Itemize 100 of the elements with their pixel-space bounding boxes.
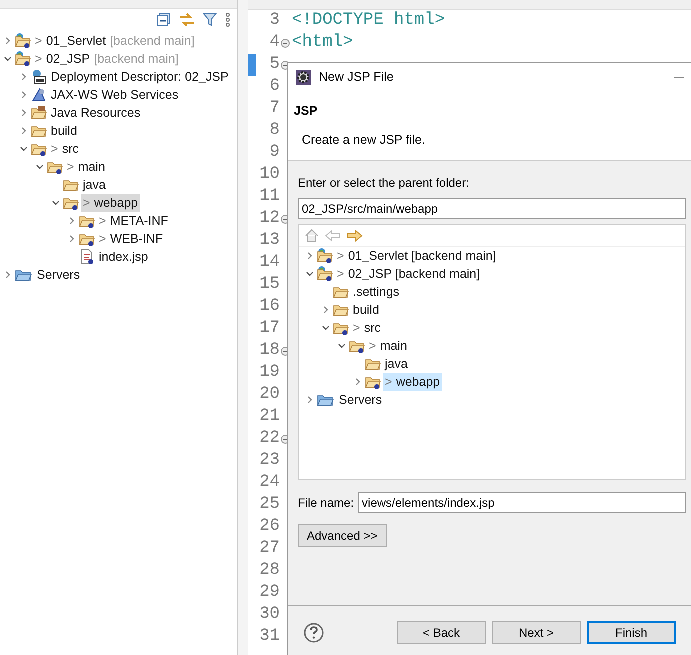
git-prefix: > — [51, 140, 58, 158]
jsp-file-icon — [79, 249, 95, 265]
chevron-down-icon[interactable] — [4, 55, 12, 63]
chevron-right-icon[interactable] — [20, 73, 28, 81]
chevron-down-icon[interactable] — [322, 324, 330, 332]
git-prefix: > — [35, 32, 42, 50]
resources-icon — [31, 105, 47, 121]
chevron-down-icon[interactable] — [20, 145, 28, 153]
more-icon[interactable] — [225, 13, 231, 27]
git-prefix: > — [353, 320, 360, 337]
help-icon[interactable] — [304, 622, 324, 642]
tree-item[interactable]: > 02_JSP [backend main] — [33, 50, 181, 68]
tree-item[interactable]: > 01_Servlet [backend main] — [335, 247, 498, 265]
dialog-title: New JSP File — [319, 69, 394, 86]
item-label: webapp — [94, 194, 138, 212]
line-number: 11 — [258, 186, 280, 208]
wizard-heading: JSP — [294, 103, 319, 120]
chevron-right-icon[interactable] — [306, 252, 314, 260]
item-tag: [backend main] — [110, 32, 195, 50]
chevron-right-icon[interactable] — [354, 378, 362, 386]
git-prefix: > — [337, 266, 344, 283]
project-folder-icon — [15, 33, 31, 49]
item-label: WEB-INF — [110, 230, 164, 248]
chevron-right-icon[interactable] — [322, 306, 330, 314]
chevron-down-icon[interactable] — [306, 270, 314, 278]
item-label: main — [78, 158, 106, 176]
chevron-right-icon[interactable] — [68, 217, 76, 225]
item-label: src — [364, 320, 381, 337]
code-line: <!DOCTYPE html> — [292, 10, 446, 32]
line-number: 29 — [258, 582, 280, 604]
project-folder-icon — [317, 266, 333, 282]
line-number: 16 — [258, 296, 280, 318]
collapse-all-icon[interactable] — [157, 13, 171, 27]
item-label: src — [62, 140, 79, 158]
chevron-right-icon[interactable] — [4, 37, 12, 45]
web-services-icon — [31, 87, 47, 103]
item-label: META-INF — [110, 212, 168, 230]
home-icon[interactable] — [305, 228, 319, 242]
chevron-down-icon[interactable] — [36, 163, 44, 171]
chevron-right-icon[interactable] — [20, 91, 28, 99]
project-folder-icon — [15, 51, 31, 67]
wizard-button[interactable]: Finish — [587, 621, 676, 644]
git-prefix: > — [337, 248, 344, 265]
chevron-right-icon[interactable] — [20, 109, 28, 117]
chevron-down-icon[interactable] — [52, 199, 60, 207]
file-name-input[interactable]: views/elements/index.jsp — [358, 492, 686, 513]
line-number: 31 — [258, 626, 280, 648]
project-folder-icon — [317, 248, 333, 264]
line-number: 21 — [258, 406, 280, 428]
tree-item[interactable]: > main — [367, 337, 410, 355]
chevron-right-icon[interactable] — [20, 127, 28, 135]
tree-item[interactable]: > main — [65, 158, 108, 176]
git-prefix: > — [83, 194, 90, 212]
link-arrows-icon[interactable] — [179, 13, 195, 27]
line-number: 4 — [268, 32, 280, 54]
tree-item[interactable]: > 01_Servlet [backend main] — [33, 32, 197, 50]
tree-item[interactable]: > src — [351, 319, 383, 337]
wizard-button[interactable]: Next > — [492, 621, 581, 644]
line-number: 18 — [258, 340, 280, 362]
line-number: 30 — [258, 604, 280, 626]
tree-item[interactable]: > WEB-INF — [97, 230, 166, 248]
item-label: 01_Servlet [backend main] — [348, 248, 496, 265]
advanced-button[interactable]: Advanced >> — [298, 524, 387, 547]
tree-item[interactable]: > src — [49, 140, 81, 158]
item-label: webapp — [396, 374, 440, 391]
fold-icon[interactable] — [280, 38, 290, 48]
line-number: 19 — [258, 362, 280, 384]
chevron-down-icon[interactable] — [338, 342, 346, 350]
item-label: main — [380, 338, 408, 355]
file-name-label: File name: — [298, 494, 354, 512]
folder-input[interactable]: 02_JSP/src/main/webapp — [298, 198, 686, 219]
folder-label: Enter or select the parent folder: — [298, 175, 470, 192]
line-number: 3 — [268, 10, 280, 32]
line-number: 9 — [268, 142, 280, 164]
tree-item[interactable]: > webapp — [383, 373, 442, 391]
tree-item[interactable]: > META-INF — [97, 212, 170, 230]
git-prefix: > — [385, 374, 392, 391]
item-tag: [backend main] — [94, 50, 179, 68]
line-number: 23 — [258, 450, 280, 472]
git-prefix: > — [99, 230, 106, 248]
wizard-button[interactable]: < Back — [397, 621, 486, 644]
item-label: 01_Servlet — [46, 32, 106, 50]
line-number: 17 — [258, 318, 280, 340]
line-number: 26 — [258, 516, 280, 538]
tree-item[interactable]: > webapp — [81, 194, 140, 212]
back-arrow-icon[interactable] — [325, 230, 341, 242]
line-number: 15 — [258, 274, 280, 296]
item-label: 02_JSP [backend main] — [348, 266, 480, 283]
line-number: 24 — [258, 472, 280, 494]
line-number: 7 — [268, 98, 280, 120]
chevron-right-icon[interactable] — [68, 235, 76, 243]
line-number: 13 — [258, 230, 280, 252]
line-number: 10 — [258, 164, 280, 186]
wizard-description: Create a new JSP file. — [302, 132, 426, 149]
forward-arrow-icon[interactable] — [347, 230, 363, 242]
line-number: 8 — [268, 120, 280, 142]
chevron-right-icon[interactable] — [306, 396, 314, 404]
tree-item[interactable]: > 02_JSP [backend main] — [335, 265, 482, 283]
filter-icon[interactable] — [203, 13, 217, 27]
chevron-right-icon[interactable] — [4, 271, 12, 279]
